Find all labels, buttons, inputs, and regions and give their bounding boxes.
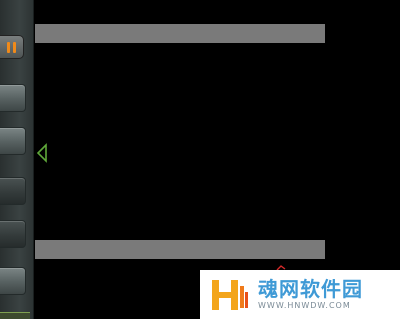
tool-button[interactable] [0,177,26,205]
triangle-left-outline-icon[interactable] [36,143,48,163]
watermark-title: 魂网软件园 [258,277,363,301]
game-screen: 魂网软件园 WWW.HNWDW.COM [0,0,400,319]
tool-button[interactable] [0,220,26,248]
tool-button[interactable] [0,267,26,295]
pause-icon-bar [13,41,16,53]
top-gray-bar [35,24,325,43]
bottom-gray-bar [35,240,325,259]
watermark-text: 魂网软件园 WWW.HNWDW.COM [258,278,363,311]
bottom-edge-strip [0,312,30,319]
watermark: 魂网软件园 WWW.HNWDW.COM [200,270,400,319]
tool-button[interactable] [0,127,26,155]
watermark-logo [212,279,248,310]
tool-button[interactable] [0,84,26,112]
left-toolbar [0,0,34,319]
watermark-url: WWW.HNWDW.COM [258,301,351,310]
pause-button[interactable] [0,35,24,59]
pause-icon [7,41,10,53]
